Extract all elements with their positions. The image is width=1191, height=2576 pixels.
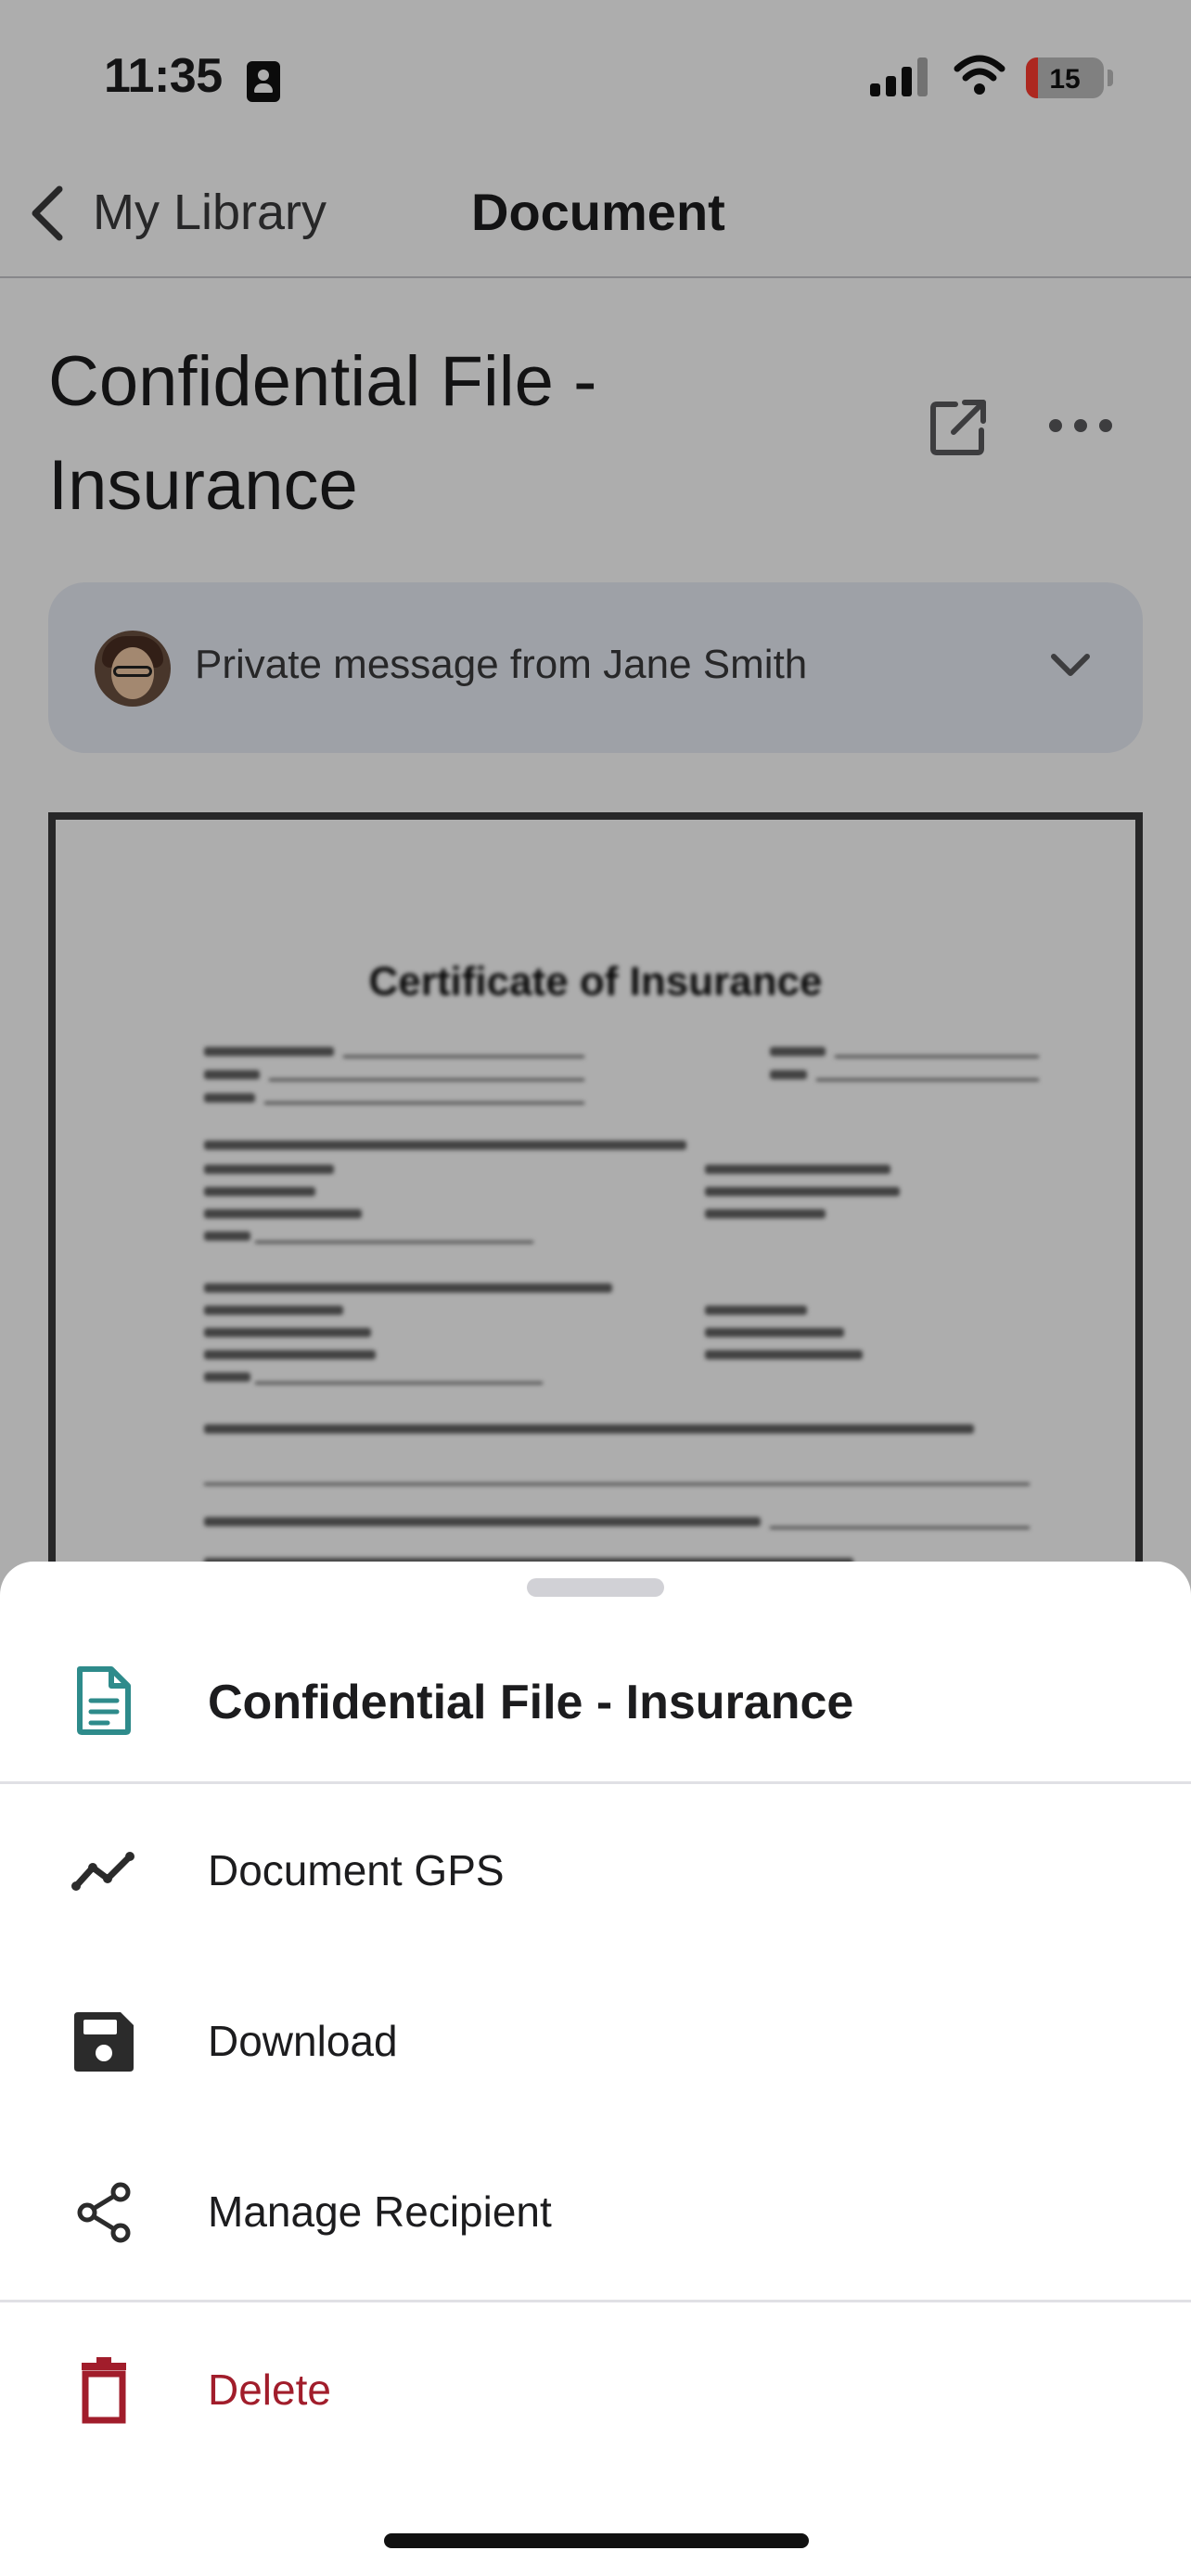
menu-label-download: Download: [208, 2017, 398, 2065]
screen: 11:35 15 My Library Document Confidentia…: [0, 0, 1191, 2576]
document-icon: [77, 1666, 131, 1735]
menu-item-manage-recipient[interactable]: Manage Recipient: [0, 2125, 1191, 2296]
menu-item-download[interactable]: Download: [0, 1955, 1191, 2125]
action-sheet: Confidential File - Insurance Document G…: [0, 1562, 1191, 2576]
menu-label-manage-recipient: Manage Recipient: [208, 2187, 552, 2236]
floppy-disk-icon: [74, 2012, 134, 2072]
menu-label-delete: Delete: [208, 2366, 331, 2414]
share-icon: [77, 2182, 131, 2243]
menu-item-delete[interactable]: Delete: [0, 2303, 1191, 2474]
home-indicator[interactable]: [384, 2533, 809, 2548]
menu-item-document-gps[interactable]: Document GPS: [0, 1784, 1191, 1955]
trend-line-icon: [71, 1852, 134, 1891]
sheet-header: Confidential File - Insurance: [0, 1613, 1191, 1784]
trash-icon: [82, 2357, 126, 2424]
menu-label-document-gps: Document GPS: [208, 1846, 505, 1894]
sheet-title: Confidential File - Insurance: [208, 1676, 854, 1729]
sheet-divider: [0, 2300, 1191, 2302]
sheet-grabber[interactable]: [527, 1578, 664, 1597]
